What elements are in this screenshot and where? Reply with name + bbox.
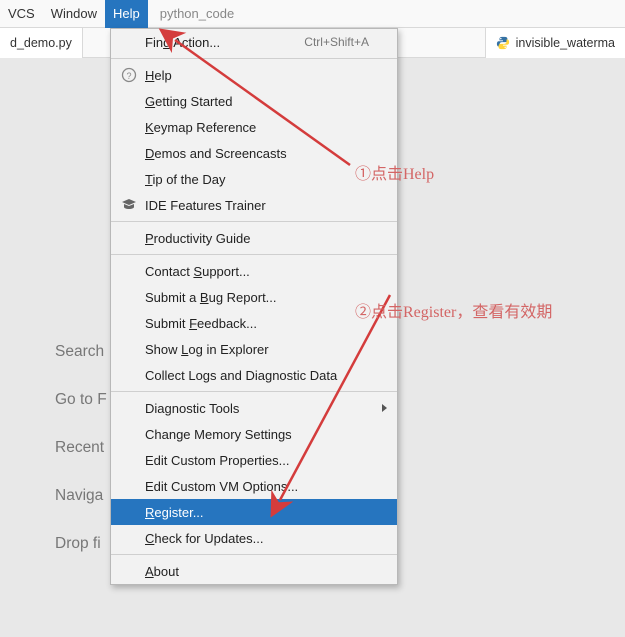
tab-left-label: d_demo.py (10, 36, 72, 50)
menu-collect-logs[interactable]: Collect Logs and Diagnostic Data (111, 362, 397, 388)
menu-contact-support[interactable]: Contact Support... (111, 258, 397, 284)
tab-right[interactable]: invisible_waterma (485, 28, 625, 58)
separator (111, 221, 397, 222)
menu-vcs-label: VCS (8, 6, 35, 21)
separator (111, 554, 397, 555)
menu-check-updates[interactable]: Check for Updates... (111, 525, 397, 551)
welcome-drop: Drop fi (55, 520, 107, 568)
graduation-cap-icon (121, 197, 137, 213)
menu-register[interactable]: Register... (111, 499, 397, 525)
welcome-panel: Search Go to F Recent Naviga Drop fi (55, 328, 107, 568)
menu-about[interactable]: About (111, 558, 397, 584)
menubar-context-text: python_code (148, 0, 246, 28)
help-icon: ? (121, 67, 137, 83)
menu-edit-properties[interactable]: Edit Custom Properties... (111, 447, 397, 473)
separator (111, 254, 397, 255)
menu-ide-trainer[interactable]: IDE Features Trainer (111, 192, 397, 218)
menu-getting-started[interactable]: Getting Started (111, 88, 397, 114)
menu-vcs[interactable]: VCS (0, 0, 43, 28)
separator (111, 391, 397, 392)
shortcut-find-action: Ctrl+Shift+A (304, 35, 369, 49)
tab-right-label: invisible_waterma (516, 36, 615, 50)
menu-help-label: Help (113, 6, 140, 21)
menu-productivity[interactable]: Productivity Guide (111, 225, 397, 251)
welcome-search: Search (55, 328, 107, 376)
separator (111, 58, 397, 59)
menu-help[interactable]: Help (105, 0, 148, 28)
annotation-1: ①点击Help (355, 160, 434, 184)
menu-help-item[interactable]: ? Help (111, 62, 397, 88)
welcome-recent: Recent (55, 424, 107, 472)
welcome-goto: Go to F (55, 376, 107, 424)
submenu-arrow-icon (382, 404, 387, 412)
menu-diagnostic-tools[interactable]: Diagnostic Tools (111, 395, 397, 421)
menubar: VCS Window Help python_code (0, 0, 625, 28)
annotation-2: ②点击Register，查看有效期 (355, 298, 552, 322)
menu-change-memory[interactable]: Change Memory Settings (111, 421, 397, 447)
menu-window[interactable]: Window (43, 0, 105, 28)
python-file-icon (496, 36, 510, 50)
menu-window-label: Window (51, 6, 97, 21)
menu-show-log[interactable]: Show Log in Explorer (111, 336, 397, 362)
menu-keymap[interactable]: Keymap Reference (111, 114, 397, 140)
welcome-nav: Naviga (55, 472, 107, 520)
menu-edit-vm-options[interactable]: Edit Custom VM Options... (111, 473, 397, 499)
tab-left[interactable]: d_demo.py (0, 28, 83, 58)
menu-find-action[interactable]: Find Action... Ctrl+Shift+A (111, 29, 397, 55)
svg-text:?: ? (126, 71, 131, 81)
